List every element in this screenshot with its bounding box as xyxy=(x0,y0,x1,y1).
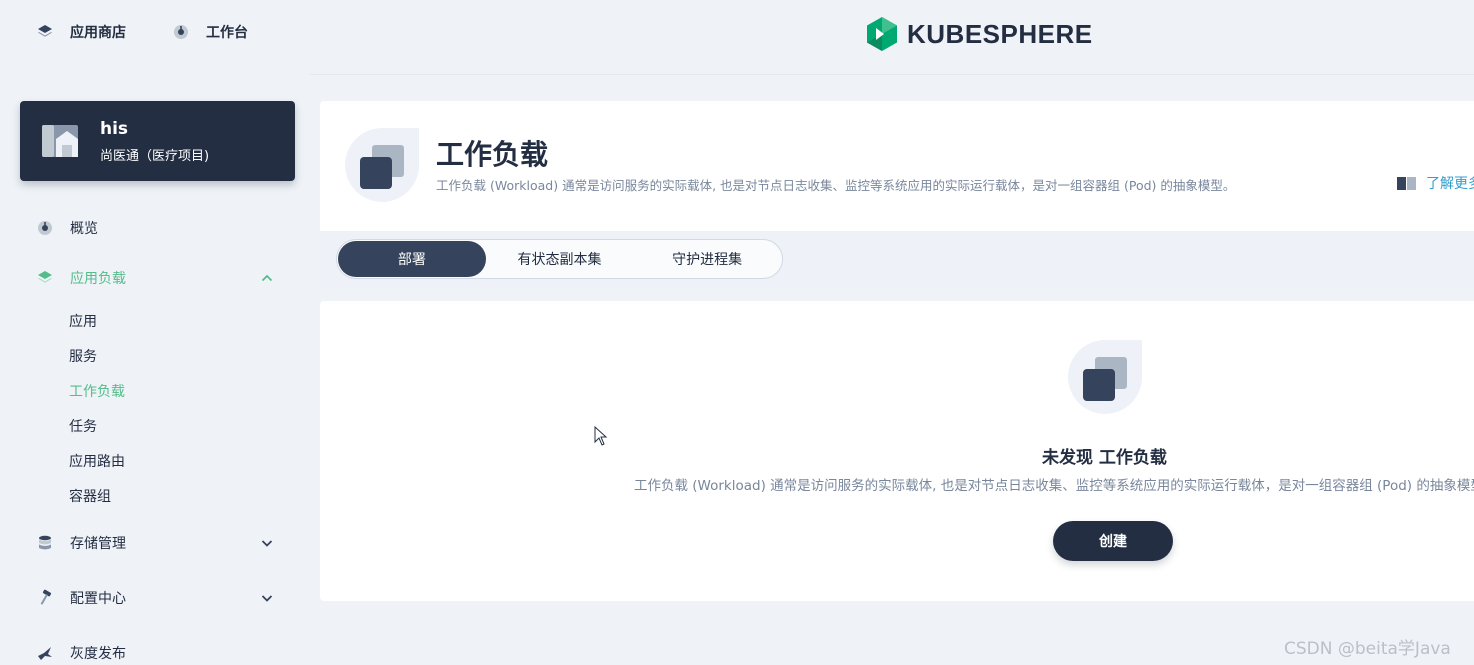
sidebar-item-overview[interactable]: 概览 xyxy=(36,216,280,240)
empty-state-title: 未发现 工作负载 xyxy=(1042,448,1167,468)
watermark: CSDN @beita学Java xyxy=(1284,639,1451,659)
top-bar: 应用商店 工作台 KUBESPHERE xyxy=(0,0,1474,75)
workbench-link[interactable]: 工作台 xyxy=(172,22,248,42)
logo-text: KUBESPHERE xyxy=(907,18,1093,49)
tab-deployments[interactable]: 部署 xyxy=(338,241,486,277)
sidebar-item-config-center[interactable]: 配置中心 xyxy=(36,586,280,610)
sidebar-item-label: 存储管理 xyxy=(70,536,126,552)
workbench-label: 工作台 xyxy=(206,25,248,41)
chevron-up-icon[interactable] xyxy=(260,271,274,285)
workload-icon xyxy=(1068,340,1142,414)
sidebar-subitem-applications[interactable]: 应用 xyxy=(69,312,97,332)
sidebar-subitem-jobs[interactable]: 任务 xyxy=(69,417,97,437)
empty-state-panel: 未发现 工作负载 工作负载 (Workload) 通常是访问服务的实际载体, 也… xyxy=(320,301,1474,601)
kubesphere-logo-icon xyxy=(867,17,897,51)
book-icon xyxy=(1397,177,1416,190)
app-store-link[interactable]: 应用商店 xyxy=(36,22,126,42)
kubesphere-logo[interactable]: KUBESPHERE xyxy=(865,16,1093,52)
project-description: 尚医通（医疗项目) xyxy=(100,149,210,164)
sidebar-item-app-workloads[interactable]: 应用负载 xyxy=(36,266,280,290)
database-icon xyxy=(36,534,54,552)
hammer-icon xyxy=(36,589,54,607)
workload-type-tabs: 部署 有状态副本集 守护进程集 xyxy=(336,239,783,279)
project-card[interactable]: his 尚医通（医疗项目) xyxy=(20,101,295,181)
page-title: 工作负载 xyxy=(436,138,549,171)
sidebar-subitem-pods[interactable]: 容器组 xyxy=(69,487,111,507)
layers-icon xyxy=(36,269,54,287)
learn-more-link[interactable]: 了解更多 xyxy=(1396,173,1474,193)
page-banner: 工作负载 工作负载 (Workload) 通常是访问服务的实际载体, 也是对节点… xyxy=(320,101,1474,231)
sidebar-subitem-workloads[interactable]: 工作负载 xyxy=(69,382,125,402)
sidebar-item-grayscale-release[interactable]: 灰度发布 xyxy=(36,641,280,665)
create-button[interactable]: 创建 xyxy=(1053,521,1173,561)
sidebar-item-label: 配置中心 xyxy=(70,591,126,607)
sidebar-item-label: 应用负载 xyxy=(70,271,126,287)
chevron-down-icon[interactable] xyxy=(260,536,274,550)
chevron-down-icon[interactable] xyxy=(260,591,274,605)
mouse-cursor-icon xyxy=(594,426,608,446)
top-nav: 应用商店 工作台 xyxy=(36,22,248,42)
bird-icon xyxy=(36,644,54,662)
project-name: his xyxy=(100,119,129,139)
layers-icon xyxy=(38,25,52,37)
empty-state-description: 工作负载 (Workload) 通常是访问服务的实际载体, 也是对节点日志收集、… xyxy=(634,478,1474,494)
page-description: 工作负载 (Workload) 通常是访问服务的实际载体, 也是对节点日志收集、… xyxy=(436,178,1236,193)
sidebar-item-label: 概览 xyxy=(70,221,98,237)
tab-daemonsets[interactable]: 守护进程集 xyxy=(633,241,781,277)
learn-more-label: 了解更多 xyxy=(1426,176,1474,192)
tab-statefulsets[interactable]: 有状态副本集 xyxy=(486,241,634,277)
project-icon xyxy=(42,125,78,157)
dashboard-icon xyxy=(174,25,188,39)
dashboard-icon xyxy=(36,219,54,237)
top-divider xyxy=(310,74,1474,75)
sidebar-item-label: 灰度发布 xyxy=(70,646,126,662)
workload-icon xyxy=(345,128,419,202)
sidebar-subitem-services[interactable]: 服务 xyxy=(69,347,97,367)
sidebar-subitem-routes[interactable]: 应用路由 xyxy=(69,452,125,472)
app-store-label: 应用商店 xyxy=(70,25,126,41)
sidebar-item-storage[interactable]: 存储管理 xyxy=(36,531,280,555)
